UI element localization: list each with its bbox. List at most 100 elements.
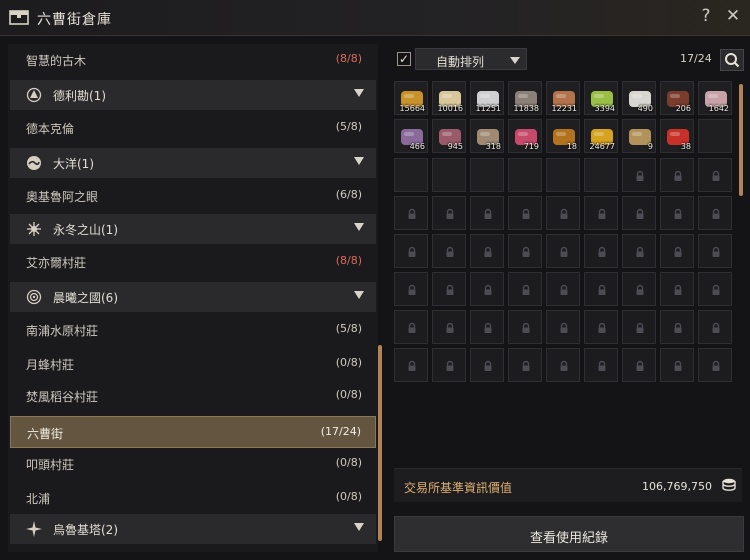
item-slot[interactable]: 719 xyxy=(508,119,542,153)
locked-slot xyxy=(622,196,656,230)
town-list-scrollbar[interactable] xyxy=(378,345,382,541)
empty-slot[interactable] xyxy=(698,119,732,153)
town-name: 德本克倫 xyxy=(26,122,75,136)
empty-slot[interactable] xyxy=(584,158,618,192)
auto-sort-checkbox[interactable]: ✓ xyxy=(397,52,411,66)
lock-icon xyxy=(408,322,416,333)
lock-icon xyxy=(598,322,606,333)
item-slot[interactable]: 466 xyxy=(394,119,428,153)
locked-slot xyxy=(432,272,466,306)
lock-icon xyxy=(636,360,644,371)
item-slot[interactable]: 206 xyxy=(660,81,694,115)
locked-slot xyxy=(584,272,618,306)
item-slot[interactable]: 12231 xyxy=(546,81,580,115)
town-name: 北浦 xyxy=(26,492,51,506)
lock-icon xyxy=(636,322,644,333)
lock-icon xyxy=(674,360,682,371)
lock-icon xyxy=(674,322,682,333)
empty-slot[interactable] xyxy=(394,158,428,192)
region-header[interactable]: 晨曦之國(6) xyxy=(10,282,376,312)
item-slot[interactable]: 9 xyxy=(622,119,656,153)
item-slot[interactable]: 38 xyxy=(660,119,694,153)
town-item[interactable]: 南浦水原村莊 (5/8) xyxy=(10,314,376,346)
region-header[interactable]: 烏魯基塔(2) xyxy=(10,514,376,544)
item-quantity: 24677 xyxy=(589,142,615,151)
lock-icon xyxy=(446,360,454,371)
lock-icon xyxy=(674,246,682,257)
town-item[interactable]: 德本克倫 (5/8) xyxy=(10,112,376,144)
item-slot[interactable]: 10016 xyxy=(432,81,466,115)
lock-icon xyxy=(712,170,720,181)
town-item[interactable]: 焚風稻谷村莊 (0/8) xyxy=(10,380,376,412)
lock-icon xyxy=(598,246,606,257)
town-item[interactable]: 智慧的古木 (8/8) xyxy=(10,44,376,76)
region-header[interactable]: 永冬之山(1) xyxy=(10,214,376,244)
locked-slot xyxy=(432,348,466,382)
empty-slot[interactable] xyxy=(546,158,580,192)
item-quantity: 15664 xyxy=(399,104,425,113)
close-button[interactable]: ✕ xyxy=(723,6,743,28)
lock-icon xyxy=(522,208,530,219)
view-history-button[interactable]: 查看使用紀錄 xyxy=(394,516,744,552)
item-slot[interactable]: 1642 xyxy=(698,81,732,115)
view-history-label: 查看使用紀錄 xyxy=(529,531,608,546)
lock-icon xyxy=(560,360,568,371)
item-grid-scrollbar[interactable] xyxy=(739,84,743,196)
title-bar: 六曹街倉庫 ? ✕ xyxy=(0,0,750,36)
town-item[interactable]: 月蜂村莊 (0/8) xyxy=(10,348,376,380)
item-slot[interactable]: 11838 xyxy=(508,81,542,115)
item-slot[interactable]: 945 xyxy=(432,119,466,153)
item-slot[interactable]: 18 xyxy=(546,119,580,153)
lock-icon xyxy=(522,360,530,371)
auto-sort-dropdown[interactable]: 自動排列 xyxy=(415,48,527,70)
item-slot[interactable]: 11251 xyxy=(470,81,504,115)
lock-icon xyxy=(674,284,682,295)
town-item[interactable]: 艾亦爾村莊 (8/8) xyxy=(10,246,376,278)
locked-slot xyxy=(546,348,580,382)
lock-icon xyxy=(408,360,416,371)
item-slot[interactable]: 24677 xyxy=(584,119,618,153)
storage-panel: ✓ 自動排列 17/24 15664 10016 11251 11838 12231 33… xyxy=(390,44,746,552)
chevron-down-icon xyxy=(354,291,364,299)
item-quantity: 38 xyxy=(680,142,691,151)
town-item[interactable]: 叩頭村莊 (0/8) xyxy=(10,448,376,480)
locked-slot xyxy=(698,158,732,192)
lock-icon xyxy=(674,170,682,181)
locked-slot xyxy=(622,234,656,268)
locked-slot xyxy=(470,196,504,230)
item-slot[interactable]: 490 xyxy=(622,81,656,115)
chevron-down-icon xyxy=(510,57,520,64)
locked-slot xyxy=(546,234,580,268)
locked-slot xyxy=(546,310,580,344)
town-storage-count: (5/8) xyxy=(335,120,362,133)
search-button[interactable] xyxy=(720,49,744,71)
item-slot[interactable]: 3394 xyxy=(584,81,618,115)
town-storage-count: (0/8) xyxy=(335,388,362,401)
lock-icon xyxy=(446,246,454,257)
town-storage-count: (8/8) xyxy=(335,254,362,267)
lock-icon xyxy=(712,322,720,333)
town-name: 奧基魯阿之眼 xyxy=(26,190,99,204)
locked-slot xyxy=(698,272,732,306)
item-quantity: 11251 xyxy=(475,104,501,113)
ocean-icon xyxy=(27,156,41,170)
town-storage-count: (0/8) xyxy=(335,356,362,369)
locked-slot xyxy=(698,348,732,382)
empty-slot[interactable] xyxy=(470,158,504,192)
town-storage-count: (6/8) xyxy=(335,188,362,201)
locked-slot xyxy=(546,272,580,306)
town-item[interactable]: 北浦 (0/8) xyxy=(10,482,376,514)
locked-slot xyxy=(584,196,618,230)
help-button[interactable]: ? xyxy=(697,6,715,28)
item-slot[interactable]: 15664 xyxy=(394,81,428,115)
item-quantity: 1642 xyxy=(708,104,729,113)
empty-slot[interactable] xyxy=(432,158,466,192)
item-slot[interactable]: 318 xyxy=(470,119,504,153)
locked-slot xyxy=(622,310,656,344)
region-header[interactable]: 大洋(1) xyxy=(10,148,376,178)
lock-icon xyxy=(560,208,568,219)
empty-slot[interactable] xyxy=(508,158,542,192)
region-header[interactable]: 德利勘(1) xyxy=(10,80,376,110)
town-item-selected[interactable]: 六曹街 (17/24) xyxy=(10,416,376,448)
town-item[interactable]: 奧基魯阿之眼 (6/8) xyxy=(10,180,376,212)
